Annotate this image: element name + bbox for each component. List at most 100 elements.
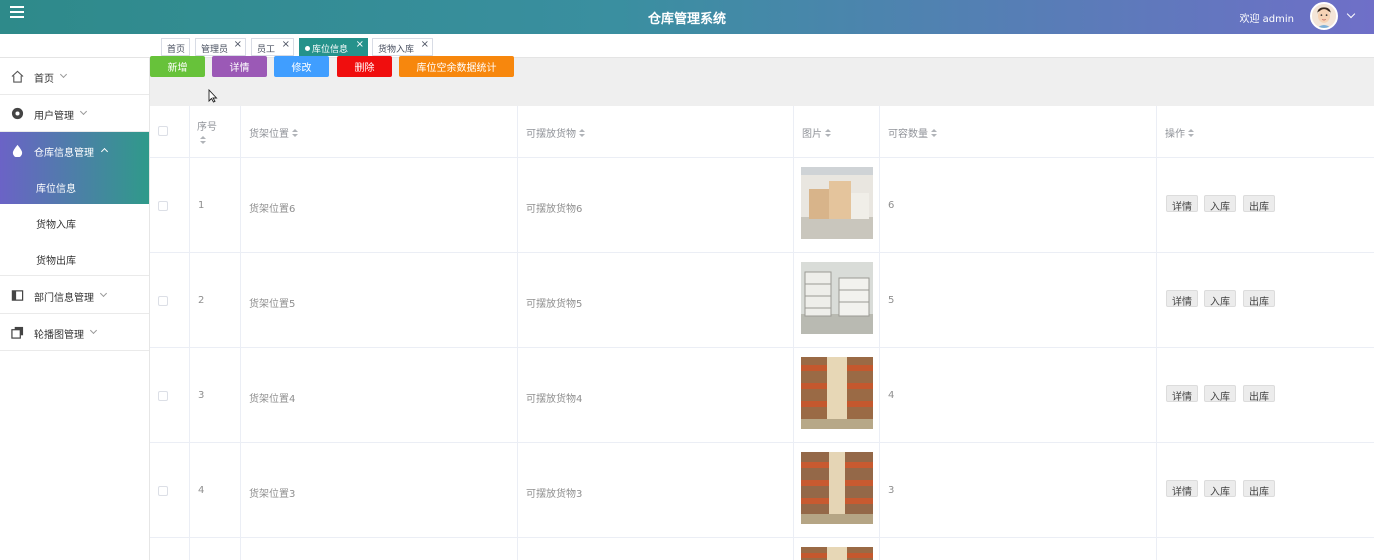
sidebar-subitem-goods-in[interactable]: 货物入库: [0, 204, 149, 240]
row-location: 货架位置6: [249, 204, 296, 215]
row-stock-out-button[interactable]: 出库: [1243, 195, 1275, 213]
column-header-capacity[interactable]: 可容数量: [880, 106, 1157, 157]
column-header-image[interactable]: 图片: [794, 106, 880, 157]
warehouse-shelves-image[interactable]: [801, 262, 873, 334]
tab-label: 货物入库: [378, 45, 415, 55]
select-cell: [150, 253, 190, 347]
actions-cell: 详情 入库 出库: [1157, 443, 1374, 537]
tab-staff[interactable]: 员工 ×: [251, 38, 294, 56]
table-row[interactable]: 3 货架位置4 可摆放货物4 4 详情 入库 出库: [150, 348, 1374, 443]
actions-cell: 详情 入库 出库: [1157, 348, 1374, 442]
top-header: 仓库管理系统 欢迎 admin: [0, 0, 1374, 34]
capacity-cell: 6: [880, 158, 1157, 252]
column-header-index[interactable]: 序号: [190, 106, 241, 157]
row-goods: 可摆放货物4: [526, 394, 583, 405]
column-header-location[interactable]: 货架位置: [241, 106, 518, 157]
chevron-down-icon: [89, 326, 98, 335]
row-detail-button[interactable]: 详情: [1166, 195, 1198, 213]
sidebar-subitem-goods-out[interactable]: 货物出库: [0, 240, 149, 276]
row-detail-button[interactable]: 详情: [1166, 290, 1198, 308]
table-row[interactable]: 1 货架位置6 可摆放货物6 6 详情 入库 出库: [150, 158, 1374, 253]
index-cell: [190, 538, 241, 560]
close-icon[interactable]: ×: [234, 39, 242, 50]
goods-cell: 可摆放货物4: [518, 348, 794, 442]
row-checkbox[interactable]: [158, 296, 168, 306]
image-cell: [794, 253, 880, 347]
sort-icon[interactable]: [200, 136, 207, 145]
panel-icon: [11, 290, 24, 301]
sort-icon[interactable]: [1188, 129, 1195, 138]
location-cell: 货架位置4: [241, 348, 518, 442]
column-header-actions[interactable]: 操作: [1157, 106, 1374, 157]
sort-icon[interactable]: [579, 129, 586, 138]
index-cell: 1: [190, 158, 241, 252]
sort-icon[interactable]: [931, 129, 938, 138]
row-checkbox[interactable]: [158, 486, 168, 496]
warehouse-racks-image[interactable]: [801, 357, 873, 429]
row-stock-out-button[interactable]: 出库: [1243, 480, 1275, 498]
sidebar-item-department[interactable]: 部门信息管理: [0, 277, 149, 314]
sidebar-item-label: 轮播图管理: [34, 330, 84, 341]
column-header-label: 操作: [1165, 129, 1185, 140]
goods-cell: [518, 538, 794, 560]
row-location: 货架位置4: [249, 394, 296, 405]
row-checkbox[interactable]: [158, 391, 168, 401]
close-icon[interactable]: ×: [356, 39, 364, 50]
sidebar-item-users[interactable]: 用户管理: [0, 95, 149, 132]
delete-button[interactable]: 删除: [337, 56, 392, 77]
stats-button[interactable]: 库位空余数据统计: [399, 56, 514, 77]
capacity-cell: 3: [880, 443, 1157, 537]
image-cell: [794, 538, 880, 560]
row-stock-in-button[interactable]: 入库: [1204, 195, 1236, 213]
row-stock-in-button[interactable]: 入库: [1204, 480, 1236, 498]
capacity-cell: 5: [880, 253, 1157, 347]
column-header-label: 可摆放货物: [526, 129, 576, 140]
chevron-down-icon: [79, 107, 88, 116]
user-circle-icon: [11, 107, 24, 120]
table-row[interactable]: [150, 538, 1374, 560]
table-row[interactable]: 2 货架位置5 可摆放货物5 5 详情 入库 出库: [150, 253, 1374, 348]
sidebar-item-warehouse[interactable]: 仓库信息管理: [0, 132, 149, 169]
tab-goods-in[interactable]: 货物入库 ×: [372, 38, 433, 56]
row-index: 1: [198, 200, 205, 211]
sidebar-subitem-label: 货物出库: [36, 256, 76, 267]
table-row[interactable]: 4 货架位置3 可摆放货物3 3 详情 入库 出库: [150, 443, 1374, 538]
sidebar-item-carousel[interactable]: 轮播图管理: [0, 314, 149, 351]
actions-cell: 详情 入库 出库: [1157, 158, 1374, 252]
tab-location-info[interactable]: 库位信息 ×: [299, 38, 368, 56]
tab-label: 库位信息: [312, 45, 349, 55]
row-stock-in-button[interactable]: 入库: [1204, 385, 1236, 403]
warehouse-racks-image[interactable]: [801, 452, 873, 524]
warehouse-racks-image[interactable]: [801, 547, 873, 560]
sort-icon[interactable]: [825, 129, 832, 138]
sidebar-subitem-label: 库位信息: [36, 184, 76, 195]
tab-label: 首页: [167, 45, 186, 55]
select-all-checkbox[interactable]: [158, 126, 168, 136]
row-stock-in-button[interactable]: 入库: [1204, 290, 1236, 308]
row-detail-button[interactable]: 详情: [1166, 385, 1198, 403]
tab-admin[interactable]: 管理员 ×: [195, 38, 246, 56]
goods-cell: 可摆放货物3: [518, 443, 794, 537]
sort-icon[interactable]: [292, 129, 299, 138]
sidebar-subitem-label: 货物入库: [36, 220, 76, 231]
avatar[interactable]: [1310, 2, 1338, 30]
warehouse-boxes-image[interactable]: [801, 167, 873, 239]
sidebar-item-label: 部门信息管理: [34, 293, 94, 304]
close-icon[interactable]: ×: [421, 39, 429, 50]
column-header-label: 图片: [802, 129, 822, 140]
sidebar-subitem-location-info[interactable]: 库位信息: [0, 168, 149, 204]
row-checkbox[interactable]: [158, 201, 168, 211]
row-goods: 可摆放货物3: [526, 489, 583, 500]
select-cell: [150, 443, 190, 537]
detail-button[interactable]: 详情: [212, 56, 267, 77]
tab-home[interactable]: 首页: [161, 38, 190, 56]
column-header-goods[interactable]: 可摆放货物: [518, 106, 794, 157]
add-button[interactable]: 新增: [150, 56, 205, 77]
sidebar-item-home[interactable]: 首页: [0, 58, 149, 95]
row-stock-out-button[interactable]: 出库: [1243, 385, 1275, 403]
chevron-down-icon: [59, 70, 68, 79]
row-detail-button[interactable]: 详情: [1166, 480, 1198, 498]
row-stock-out-button[interactable]: 出库: [1243, 290, 1275, 308]
close-icon[interactable]: ×: [282, 39, 290, 50]
edit-button[interactable]: 修改: [274, 56, 329, 77]
